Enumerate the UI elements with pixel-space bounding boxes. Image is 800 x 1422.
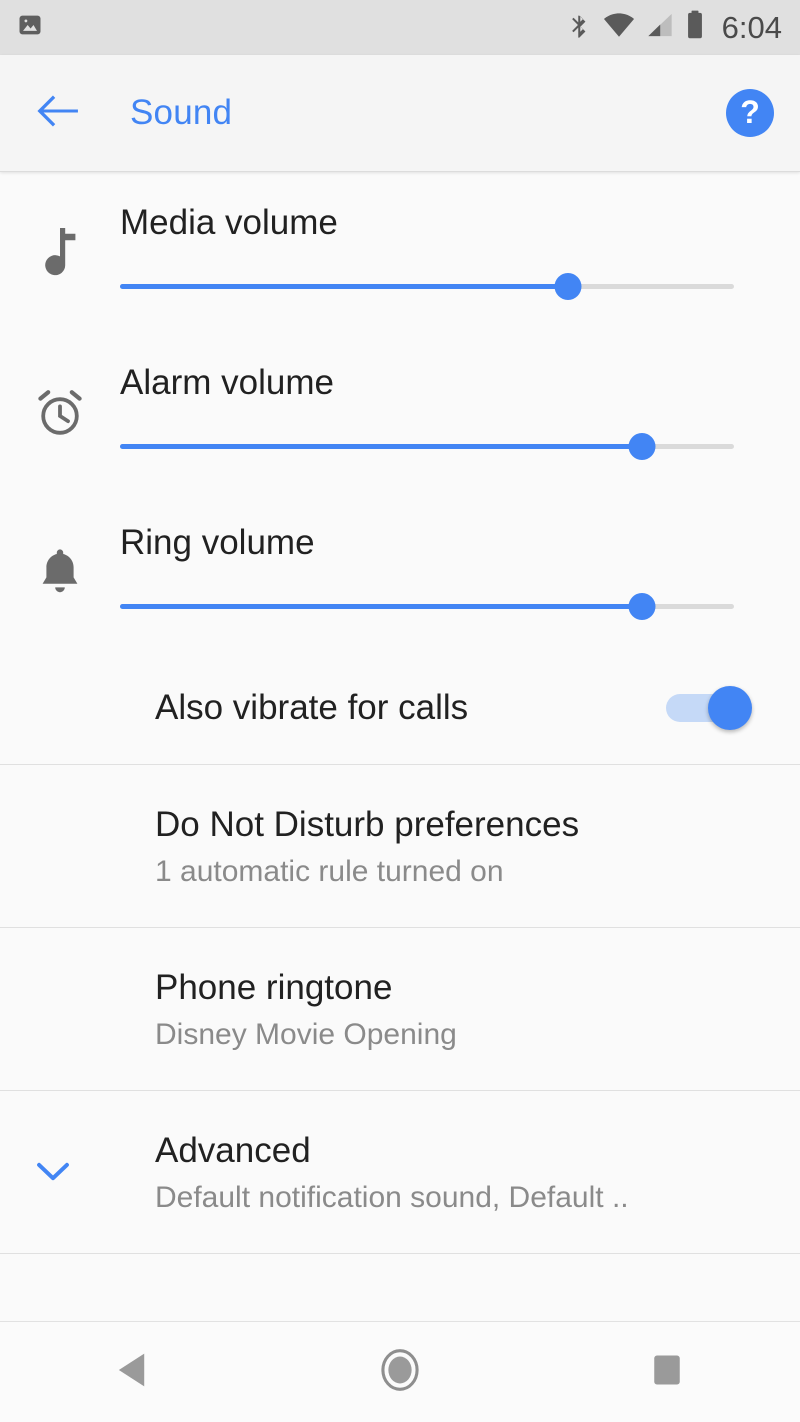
phone-ringtone-row[interactable]: Phone ringtone Disney Movie Opening xyxy=(0,928,800,1090)
status-bar: 6:04 xyxy=(0,0,800,55)
phone-ringtone-title: Phone ringtone xyxy=(155,968,393,1007)
alarm-clock-icon xyxy=(0,386,120,438)
ring-volume-label: Ring volume xyxy=(120,523,315,562)
music-note-icon xyxy=(0,226,120,278)
do-not-disturb-subtitle: 1 automatic rule turned on xyxy=(155,855,504,888)
alarm-volume-slider[interactable] xyxy=(120,431,734,461)
settings-list: Media volume Alarm volume Ring volume Al… xyxy=(0,172,800,1321)
alarm-volume-row: Alarm volume xyxy=(0,332,800,492)
status-bar-notifications xyxy=(16,11,44,44)
media-volume-slider[interactable] xyxy=(120,271,734,301)
do-not-disturb-preferences-row[interactable]: Do Not Disturb preferences 1 automatic r… xyxy=(0,765,800,927)
system-navigation-bar xyxy=(0,1321,800,1422)
do-not-disturb-title: Do Not Disturb preferences xyxy=(155,805,580,844)
nav-home-icon xyxy=(380,1348,420,1397)
also-vibrate-for-calls-switch[interactable] xyxy=(666,686,752,730)
help-icon: ? xyxy=(740,94,760,130)
bluetooth-icon xyxy=(566,10,592,45)
phone-screen: 6:04 Sound ? Media volume Alarm volume R… xyxy=(0,0,800,1422)
nav-recents-button[interactable] xyxy=(533,1322,800,1422)
back-button[interactable] xyxy=(30,85,86,141)
ring-volume-row: Ring volume xyxy=(0,492,800,652)
media-volume-label: Media volume xyxy=(120,203,338,242)
switch-thumb[interactable] xyxy=(708,686,752,730)
status-bar-clock: 6:04 xyxy=(721,9,782,45)
also-vibrate-for-calls-row[interactable]: Also vibrate for calls xyxy=(0,652,800,764)
media-volume-body: Media volume xyxy=(120,203,766,301)
screenshot-image-icon xyxy=(16,11,44,44)
advanced-title: Advanced xyxy=(155,1131,311,1170)
advanced-row[interactable]: Advanced Default notification sound, Def… xyxy=(0,1091,800,1253)
back-arrow-icon xyxy=(35,91,81,136)
status-bar-system-icons: 6:04 xyxy=(566,10,782,46)
wifi-icon xyxy=(603,11,635,44)
section-divider xyxy=(0,1253,800,1254)
phone-ringtone-subtitle: Disney Movie Opening xyxy=(155,1018,457,1051)
media-volume-row: Media volume xyxy=(0,172,800,332)
nav-recents-icon xyxy=(651,1353,683,1392)
help-button[interactable]: ? xyxy=(726,89,774,137)
slider-thumb[interactable] xyxy=(628,432,656,460)
cellular-signal-icon xyxy=(646,11,674,44)
slider-fill xyxy=(120,283,569,289)
page-title: Sound xyxy=(130,93,233,132)
nav-back-icon xyxy=(115,1351,151,1394)
slider-thumb[interactable] xyxy=(554,272,582,300)
ring-volume-body: Ring volume xyxy=(120,523,766,621)
slider-fill xyxy=(120,443,642,449)
bell-icon xyxy=(0,547,120,597)
ring-volume-slider[interactable] xyxy=(120,591,734,621)
alarm-volume-label: Alarm volume xyxy=(120,363,334,402)
slider-thumb[interactable] xyxy=(628,592,656,620)
nav-home-button[interactable] xyxy=(267,1322,534,1422)
chevron-down-icon xyxy=(33,1152,73,1192)
slider-fill xyxy=(120,603,642,609)
battery-icon xyxy=(685,10,705,45)
alarm-volume-body: Alarm volume xyxy=(120,363,766,461)
also-vibrate-for-calls-label: Also vibrate for calls xyxy=(155,688,469,727)
nav-back-button[interactable] xyxy=(0,1322,267,1422)
advanced-subtitle: Default notification sound, Default .. xyxy=(155,1181,629,1214)
app-toolbar: Sound ? xyxy=(0,55,800,172)
